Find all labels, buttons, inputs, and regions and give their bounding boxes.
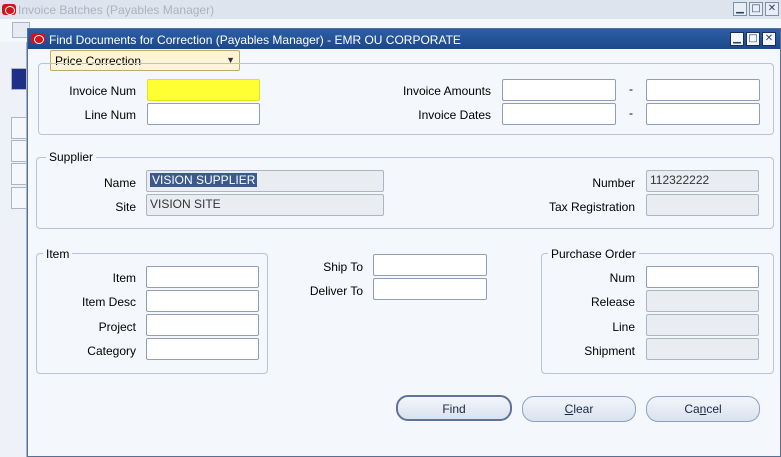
- po-num-label: Num: [609, 271, 635, 285]
- invoice-amount-to-input[interactable]: [646, 79, 760, 101]
- po-line-label: Line: [612, 320, 635, 334]
- item-group-label: Item: [43, 247, 73, 261]
- shipment-label: Shipment: [584, 344, 635, 358]
- dialog-title: Find Documents for Correction (Payables …: [49, 33, 461, 47]
- po-line-field[interactable]: [646, 314, 759, 336]
- supplier-number-field[interactable]: 112322222: [646, 170, 759, 192]
- release-label: Release: [590, 295, 635, 309]
- clear-button[interactable]: Clear: [522, 396, 636, 422]
- supplier-name-value: VISION SUPPLIER: [150, 173, 258, 187]
- category-input[interactable]: [146, 338, 259, 360]
- po-num-input[interactable]: [646, 266, 759, 288]
- project-input[interactable]: [146, 314, 259, 336]
- deliver-to-input[interactable]: [373, 278, 487, 300]
- invoice-date-to-input[interactable]: [646, 103, 760, 125]
- background-window-titlebar[interactable]: Invoice Batches (Payables Manager) ▁ □ ✕: [0, 0, 781, 19]
- background-tab-5[interactable]: [11, 187, 27, 209]
- ship-to-input[interactable]: [373, 254, 487, 276]
- shipment-field[interactable]: [646, 338, 759, 360]
- invoice-num-input[interactable]: [147, 79, 260, 101]
- supplier-group: [36, 157, 774, 229]
- invoice-num-label: Invoice Num: [69, 84, 136, 98]
- supplier-name-field[interactable]: VISION SUPPLIER: [146, 170, 384, 192]
- oracle-logo-icon: [2, 4, 16, 15]
- supplier-name-label: Name: [103, 176, 136, 190]
- invoice-dates-label: Invoice Dates: [418, 108, 491, 122]
- deliver-to-label: Deliver To: [309, 284, 363, 298]
- supplier-group-label: Supplier: [46, 150, 97, 164]
- invoice-date-from-input[interactable]: [502, 103, 616, 125]
- background-tab-1[interactable]: [11, 68, 27, 90]
- cancel-button[interactable]: Cancel: [646, 396, 760, 422]
- supplier-number-label: Number: [592, 176, 635, 190]
- background-window-title: Invoice Batches (Payables Manager): [18, 3, 215, 17]
- ship-to-label: Ship To: [323, 260, 363, 274]
- project-label: Project: [98, 320, 136, 334]
- background-tab-3[interactable]: [11, 140, 27, 162]
- minimize-button[interactable]: ▁: [733, 2, 747, 16]
- dialog-titlebar[interactable]: Find Documents for Correction (Payables …: [28, 29, 780, 49]
- item-desc-label: Item Desc: [81, 295, 136, 309]
- tax-registration-field[interactable]: [646, 194, 759, 216]
- close-button[interactable]: ✕: [765, 2, 779, 16]
- purchase-order-group-label: Purchase Order: [548, 247, 639, 261]
- cancel-button-label-start: Ca: [684, 402, 700, 416]
- maximize-button[interactable]: □: [749, 2, 763, 16]
- find-button-label: Find: [442, 402, 466, 416]
- line-num-label: Line Num: [84, 108, 136, 122]
- item-label: Item: [112, 271, 136, 285]
- background-tab-4[interactable]: [11, 163, 27, 185]
- range-separator: -: [629, 106, 633, 120]
- item-desc-input[interactable]: [146, 290, 259, 312]
- dialog-maximize-button[interactable]: □: [746, 32, 760, 46]
- oracle-logo-icon: [31, 33, 45, 44]
- release-field[interactable]: [646, 290, 759, 312]
- find-documents-dialog: Find Documents for Correction (Payables …: [27, 28, 781, 457]
- clear-button-label: lear: [573, 402, 594, 416]
- range-separator: -: [629, 82, 633, 96]
- supplier-site-field[interactable]: VISION SITE: [146, 194, 384, 216]
- item-input[interactable]: [146, 266, 259, 288]
- invoice-amount-from-input[interactable]: [502, 79, 616, 101]
- background-tab-2[interactable]: [11, 117, 27, 139]
- supplier-site-label: Site: [115, 200, 136, 214]
- invoice-amounts-label: Invoice Amounts: [402, 84, 491, 98]
- category-label: Category: [87, 344, 136, 358]
- find-button[interactable]: Find: [396, 395, 512, 421]
- line-num-input[interactable]: [147, 103, 260, 125]
- dialog-minimize-button[interactable]: ▁: [730, 32, 744, 46]
- tax-registration-label: Tax Registration: [548, 200, 635, 214]
- background-left-panel: [0, 42, 27, 457]
- dialog-close-button[interactable]: ✕: [762, 32, 776, 46]
- cancel-button-label-end: cel: [706, 402, 722, 416]
